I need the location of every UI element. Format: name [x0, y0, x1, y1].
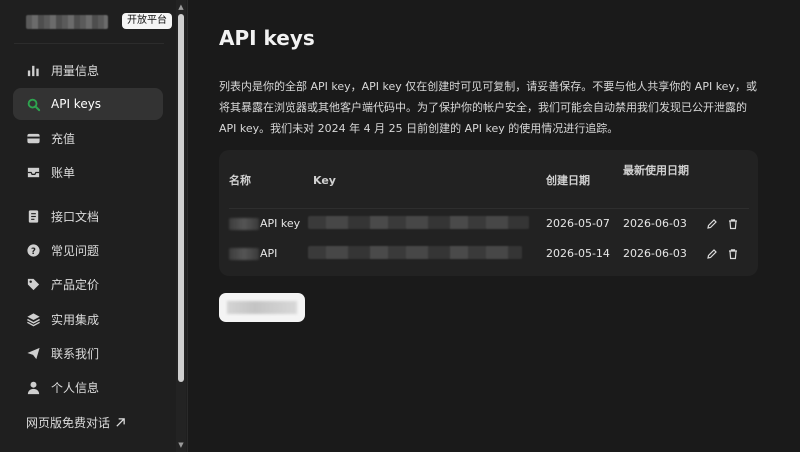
edit-icon[interactable] — [705, 217, 719, 231]
tag-icon — [25, 276, 41, 292]
document-icon — [25, 208, 41, 224]
main-content: API keys 列表内是你的全部 API key，API key 仅在创建时可… — [188, 0, 800, 452]
sidebar-item-pricing[interactable]: 产品定价 — [13, 268, 163, 300]
sidebar-item-docs[interactable]: 接口文档 — [13, 200, 163, 232]
sidebar-item-profile[interactable]: 个人信息 — [13, 371, 163, 403]
sidebar-item-label: 产品定价 — [51, 277, 100, 292]
sidebar-item-label: API keys — [51, 97, 102, 111]
table-row-name: API — [229, 247, 277, 260]
sidebar-item-label: 常见问题 — [51, 243, 100, 258]
header-divider — [229, 208, 749, 209]
delete-icon[interactable] — [726, 217, 740, 231]
sidebar-scrollbar[interactable]: ▲ ▼ — [176, 0, 186, 452]
sidebar-item-label: 接口文档 — [51, 209, 100, 224]
last-used-date: 2026-06-03 — [623, 247, 687, 260]
redacted-button-label — [227, 301, 297, 314]
search-icon — [25, 96, 41, 112]
brand[interactable]: 开放平台 — [26, 13, 172, 31]
layers-icon — [25, 311, 41, 327]
created-date: 2026-05-07 — [546, 217, 610, 230]
bar-chart-icon — [25, 62, 41, 78]
column-header-name: 名称 — [229, 174, 251, 187]
scroll-thumb[interactable] — [178, 14, 184, 382]
sidebar-item-faq[interactable]: ? 常见问题 — [13, 234, 163, 266]
edit-icon[interactable] — [705, 247, 719, 261]
table-row-name: API key — [229, 217, 300, 230]
free-chat-link-label: 网页版免费对话 — [26, 416, 111, 430]
sidebar-item-usage[interactable]: 用量信息 — [13, 54, 163, 86]
sidebar-item-label: 个人信息 — [51, 380, 100, 395]
platform-badge: 开放平台 — [122, 13, 172, 29]
page-description: 列表内是你的全部 API key，API key 仅在创建时可见可复制，请妥善保… — [219, 80, 757, 135]
sidebar-item-contact[interactable]: 联系我们 — [13, 337, 163, 369]
scroll-down-arrow-icon[interactable]: ▼ — [177, 441, 185, 449]
page-title: API keys — [219, 26, 315, 50]
sidebar-item-label: 账单 — [51, 165, 76, 180]
api-keys-table: 名称 Key 创建日期 最新使用日期 API key 2026-05-07 20… — [219, 150, 758, 276]
redacted-name — [229, 248, 259, 260]
free-chat-link[interactable]: 网页版免费对话 — [26, 414, 126, 431]
sidebar-divider — [14, 43, 164, 44]
user-icon — [25, 379, 41, 395]
redacted-key — [308, 246, 522, 259]
sidebar-item-label: 联系我们 — [51, 346, 100, 361]
column-header-last-used: 最新使用日期 — [623, 164, 689, 177]
column-header-created: 创建日期 — [546, 174, 590, 187]
sidebar-item-api-keys[interactable]: API keys — [13, 88, 163, 120]
delete-icon[interactable] — [726, 247, 740, 261]
question-icon: ? — [25, 242, 41, 258]
redacted-key — [308, 216, 529, 229]
wallet-icon — [25, 130, 41, 146]
send-icon — [25, 345, 41, 361]
created-date: 2026-05-14 — [546, 247, 610, 260]
column-header-key: Key — [313, 174, 336, 187]
sidebar: 开放平台 用量信息 API keys 充值 账单 接口文档 ? 常见问题 产品定… — [0, 0, 188, 452]
last-used-date: 2026-06-03 — [623, 217, 687, 230]
inbox-icon — [25, 164, 41, 180]
create-api-key-button[interactable] — [219, 293, 305, 322]
external-link-icon — [115, 417, 126, 428]
svg-text:?: ? — [31, 245, 36, 255]
sidebar-item-integrations[interactable]: 实用集成 — [13, 303, 163, 335]
scroll-up-arrow-icon[interactable]: ▲ — [177, 3, 185, 11]
logo — [26, 15, 108, 29]
sidebar-item-label: 实用集成 — [51, 312, 100, 327]
redacted-name — [229, 218, 259, 230]
sidebar-item-label: 充值 — [51, 131, 76, 146]
sidebar-item-billing[interactable]: 账单 — [13, 156, 163, 188]
sidebar-item-recharge[interactable]: 充值 — [13, 122, 163, 154]
sidebar-item-label: 用量信息 — [51, 63, 100, 78]
